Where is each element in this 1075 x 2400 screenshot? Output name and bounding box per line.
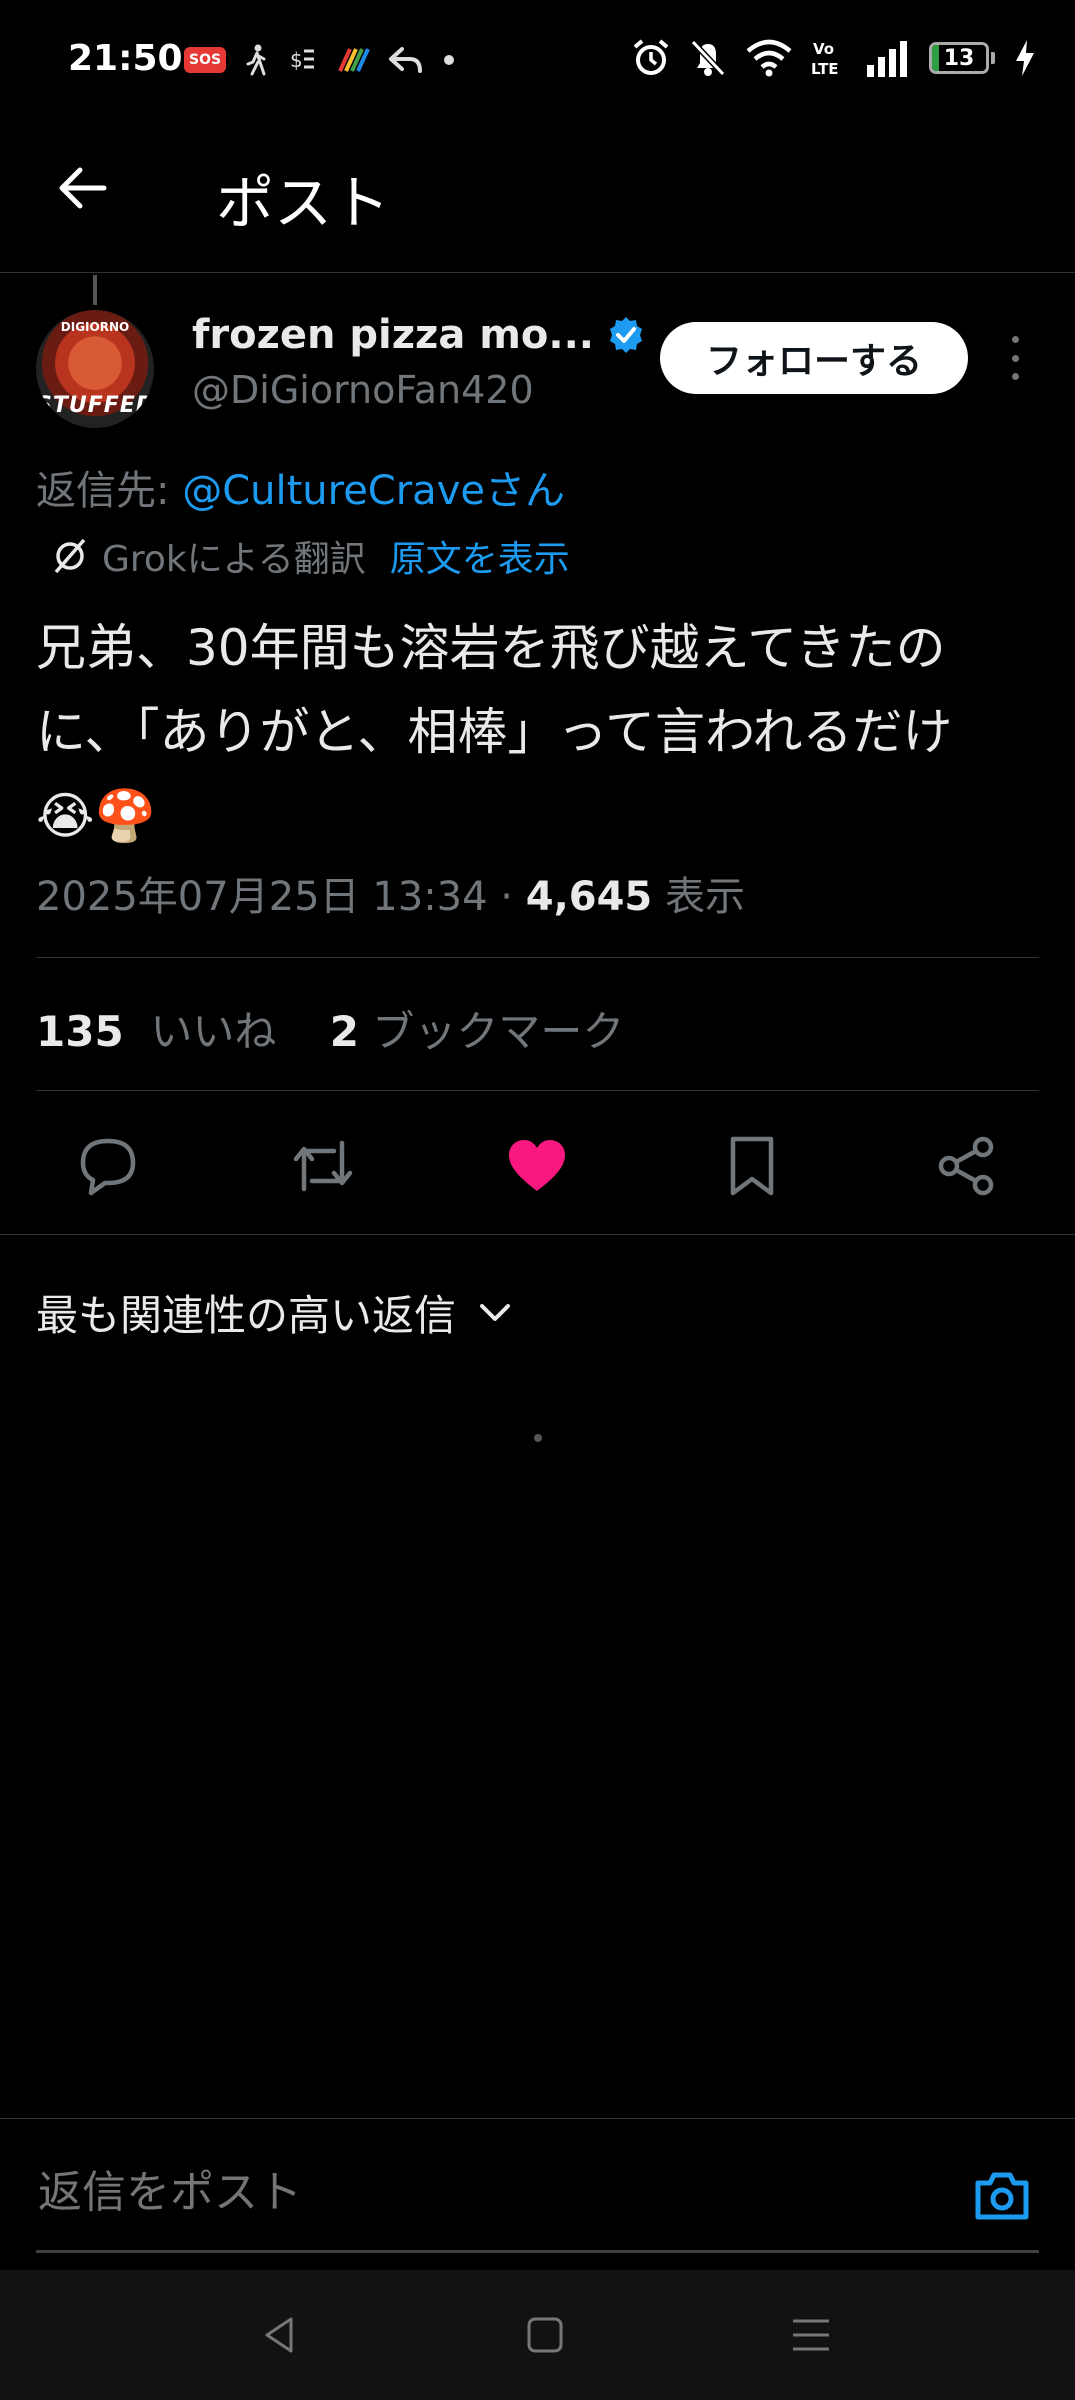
alarm-icon [633,39,669,75]
replies-sort-label: 最も関連性の高い返信 [36,1291,457,1340]
status-right-icons: Vo LTE 13 [631,38,1037,78]
more-options-icon[interactable] [1000,336,1030,380]
sync-icon: $ [290,48,315,72]
stripe-icon [338,48,370,72]
bookmarks-count: 2 [329,1007,360,1056]
bell-off-icon [690,39,726,77]
header-divider [0,272,1075,273]
tweet-meta: 2025年07月25日 13:34 · 4,645 表示 [36,864,745,922]
arrow-left-icon [59,167,107,209]
avatar-brand: DIGIORNO [60,320,130,334]
page-title: ポスト [216,169,391,237]
translation-line: Grokによる翻訳 原文を表示 [50,530,570,582]
menu-icon [793,2319,829,2351]
user-handle[interactable]: @DiGiornoFan420 [192,368,534,412]
reply-icon [389,47,423,73]
compose-divider [0,2118,1075,2119]
stats-divider [36,1090,1039,1091]
display-name[interactable]: frozen pizza mo... [192,312,646,358]
thread-line [93,275,97,305]
battery-level: 13 [943,45,975,71]
tweet-emoji: 😭🍄 [36,787,157,845]
nav-home-button[interactable] [510,2300,580,2370]
verified-badge-icon [610,317,642,353]
signal-icon [867,41,907,77]
likes-stat[interactable]: 135 いいね [36,1007,276,1056]
status-time: 21:50 [68,38,183,79]
grok-icon [54,538,86,574]
back-button[interactable] [54,160,114,220]
reply-input-underline [36,2250,1039,2253]
reply-to-prefix: 返信先: [36,468,183,514]
reply-button[interactable] [68,1126,148,1206]
tweet-text-line: 兄弟、30年間も溶岩を飛び越えてきたの [36,619,946,677]
nav-menu-button[interactable] [776,2300,846,2370]
display-name-text: frozen pizza mo... [192,312,594,358]
bookmarks-label: ブックマーク [372,1007,625,1056]
bookmarks-stat[interactable]: 2 ブックマーク [330,1007,625,1056]
views-label: 表示 [652,874,745,920]
walking-icon [246,44,266,76]
camera-icon [975,2172,1029,2220]
share-button[interactable] [926,1126,1006,1206]
reply-to-line: 返信先: @CultureCraveさん [36,458,565,516]
square-home-icon [527,2317,563,2353]
battery-icon: 13 [929,42,995,74]
svg-text:$: $ [290,48,303,72]
bookmark-icon [730,1136,774,1196]
reply-to-mention[interactable]: @CultureCraveさん [182,468,565,514]
likes-count: 135 [36,1007,124,1056]
share-icon [938,1136,994,1196]
repost-icon [293,1140,353,1192]
follow-button[interactable]: フォローする [660,322,968,394]
avatar[interactable]: DIGIORNO STUFFED [36,310,154,428]
tweet-date: 2025年07月25日 13:34 · [36,874,526,920]
repost-button[interactable] [283,1126,363,1206]
loading-indicator [534,1434,542,1442]
nav-back-button[interactable] [244,2300,314,2370]
stats-line: 135 いいね 2 ブックマーク [36,998,624,1059]
sos-icon: SOS [184,47,227,73]
charging-icon [1016,40,1034,76]
views-count: 4,645 [525,874,653,920]
reply-bubble-icon [80,1138,136,1196]
meta-divider [36,957,1039,958]
replies-sort-dropdown[interactable]: 最も関連性の高い返信 [36,1282,512,1343]
dot-icon [444,55,455,65]
volte-icon: Vo LTE [811,40,839,78]
chevron-down-icon [480,1303,511,1321]
actions-divider [0,1234,1075,1235]
camera-button[interactable] [970,2164,1034,2228]
translation-label: Grokによる翻訳 [102,539,366,580]
show-original-link[interactable]: 原文を表示 [390,530,570,582]
likes-label: いいね [150,1007,277,1056]
status-left-icons: SOS $ [184,44,456,76]
like-button[interactable] [497,1126,577,1206]
tweet-text-line: に、「ありがと、相棒」って言われるだけ [36,703,953,761]
triangle-back-icon [265,2317,293,2353]
heart-filled-icon [509,1140,565,1191]
avatar-text: STUFFED [36,393,154,418]
svg-text:Vo: Vo [813,40,834,58]
svg-text:LTE: LTE [811,60,839,78]
reply-input[interactable] [36,2166,920,2219]
bookmark-button[interactable] [712,1126,792,1206]
wifi-icon [746,39,792,77]
tweet-text: 兄弟、30年間も溶岩を飛び越えてきたの に、「ありがと、相棒」って言われるだけ … [36,606,1046,858]
